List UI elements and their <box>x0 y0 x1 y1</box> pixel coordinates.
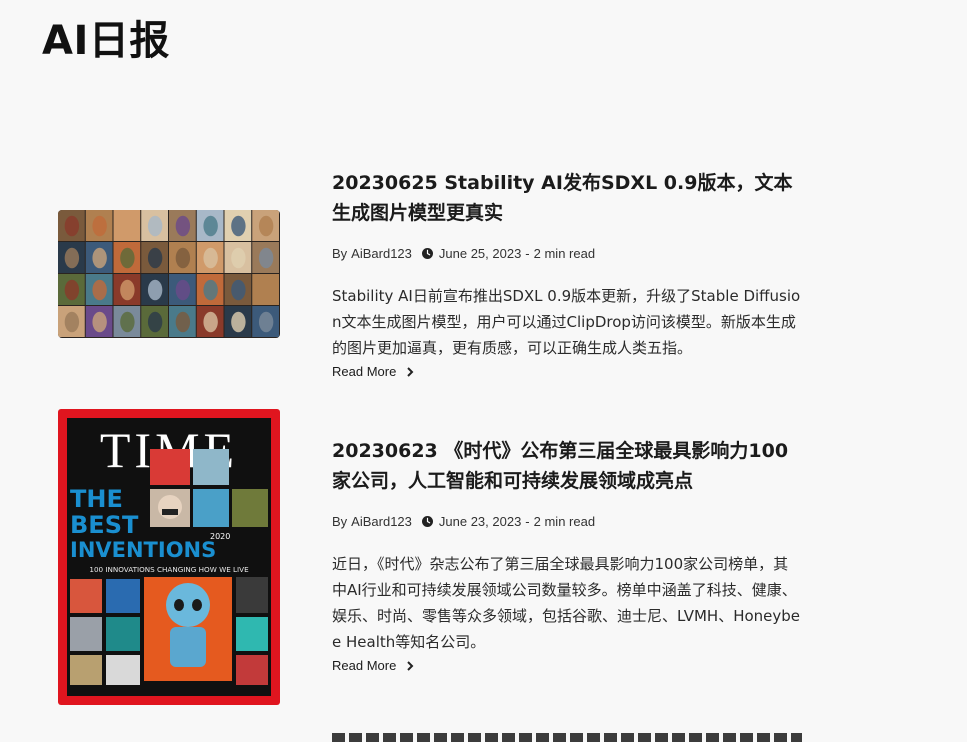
mosaic-face <box>120 311 135 333</box>
mosaic-face <box>147 311 163 333</box>
mosaic-face <box>64 247 80 269</box>
post-card: 20230625 Stability AI发布SDXL 0.9版本，文本生成图片… <box>0 168 967 398</box>
post-date: June 23, 2023 <box>438 514 522 529</box>
read-more-link[interactable]: Read More <box>332 658 414 673</box>
read-time: 2 min read <box>533 246 596 261</box>
read-time: 2 min read <box>533 514 596 529</box>
ai-portrait-grid-image <box>58 210 280 338</box>
cover-headline-line3: INVENTIONS <box>70 538 216 562</box>
cover-headline-line1: THE <box>70 485 123 513</box>
post-title[interactable]: 20230623 《时代》公布第三届全球最具影响力100家公司，人工智能和可持续… <box>332 436 802 496</box>
mosaic-face <box>120 247 135 269</box>
post-date: June 25, 2023 <box>438 246 522 261</box>
author-link[interactable]: AiBard123 <box>351 514 412 529</box>
next-post-title-clipped[interactable] <box>332 733 802 742</box>
clock-icon <box>421 248 433 259</box>
cover-headline-line2: BEST <box>70 511 139 539</box>
post-thumbnail[interactable] <box>58 210 280 338</box>
mosaic-face <box>92 247 107 269</box>
cover-subline: 100 INNOVATIONS CHANGING HOW WE LIVE <box>89 565 249 574</box>
meta-separator: - <box>525 514 530 529</box>
mosaic-face <box>120 279 135 301</box>
post-thumbnail[interactable]: TIME THE BEST INVENTIONS 2020 100 INNOVA… <box>58 409 280 705</box>
cover-year: 2020 <box>210 532 230 541</box>
mosaic-face <box>64 215 80 237</box>
read-more-label: Read More <box>332 364 397 379</box>
mosaic-face <box>147 215 163 237</box>
post-excerpt: 近日，《时代》杂志公布了第三届全球最具影响力100家公司榜单，其中AI行业和可持… <box>332 555 801 651</box>
post-body: 20230623 《时代》公布第三届全球最具影响力100家公司，人工智能和可持续… <box>332 436 802 674</box>
mosaic-face <box>258 247 274 269</box>
mosaic-face <box>231 247 246 269</box>
mosaic-face <box>231 279 246 301</box>
mosaic-face <box>64 279 80 301</box>
mosaic-face <box>92 215 107 237</box>
clock-icon <box>421 516 433 527</box>
post-excerpt: Stability AI日前宣布推出SDXL 0.9版本更新，升级了Stable… <box>332 287 801 357</box>
chevron-right-icon <box>407 660 414 671</box>
mosaic-face <box>92 311 107 333</box>
by-label: By <box>332 514 348 529</box>
mosaic-face <box>231 215 246 237</box>
meta-separator: - <box>525 246 530 261</box>
mosaic-face <box>64 311 80 333</box>
mosaic-face <box>92 279 107 301</box>
clipped-title-glyphs <box>332 733 802 742</box>
mosaic-face <box>175 247 191 269</box>
post-body: 20230625 Stability AI发布SDXL 0.9版本，文本生成图片… <box>332 168 802 380</box>
mosaic-face <box>231 311 246 333</box>
read-more-link[interactable]: Read More <box>332 364 414 379</box>
page: AI日报 20230625 Stability AI发布SDXL 0.9版本，文… <box>0 0 967 742</box>
mosaic-face <box>203 247 218 269</box>
mosaic-face <box>175 215 191 237</box>
mosaic-face <box>203 215 218 237</box>
post-title[interactable]: 20230625 Stability AI发布SDXL 0.9版本，文本生成图片… <box>332 168 802 228</box>
site-title[interactable]: AI日报 <box>42 8 170 66</box>
author-link[interactable]: AiBard123 <box>351 246 412 261</box>
time-magazine-cover-image: TIME THE BEST INVENTIONS 2020 100 INNOVA… <box>58 409 280 705</box>
post-card: TIME THE BEST INVENTIONS 2020 100 INNOVA… <box>0 409 967 736</box>
post-meta: By AiBard123 June 23, 2023 - 2 min read <box>332 514 802 529</box>
mosaic-face <box>203 279 218 301</box>
mosaic-face <box>147 247 163 269</box>
mosaic-face <box>120 215 135 237</box>
mosaic-face <box>258 279 274 301</box>
mosaic-face <box>175 279 191 301</box>
mosaic-face <box>203 311 218 333</box>
post-meta: By AiBard123 June 25, 2023 - 2 min read <box>332 246 802 261</box>
mosaic-face <box>175 311 191 333</box>
by-label: By <box>332 246 348 261</box>
mosaic-face <box>258 311 274 333</box>
mosaic-face <box>147 279 163 301</box>
mosaic-face <box>258 215 274 237</box>
read-more-label: Read More <box>332 658 397 673</box>
chevron-right-icon <box>407 366 414 377</box>
